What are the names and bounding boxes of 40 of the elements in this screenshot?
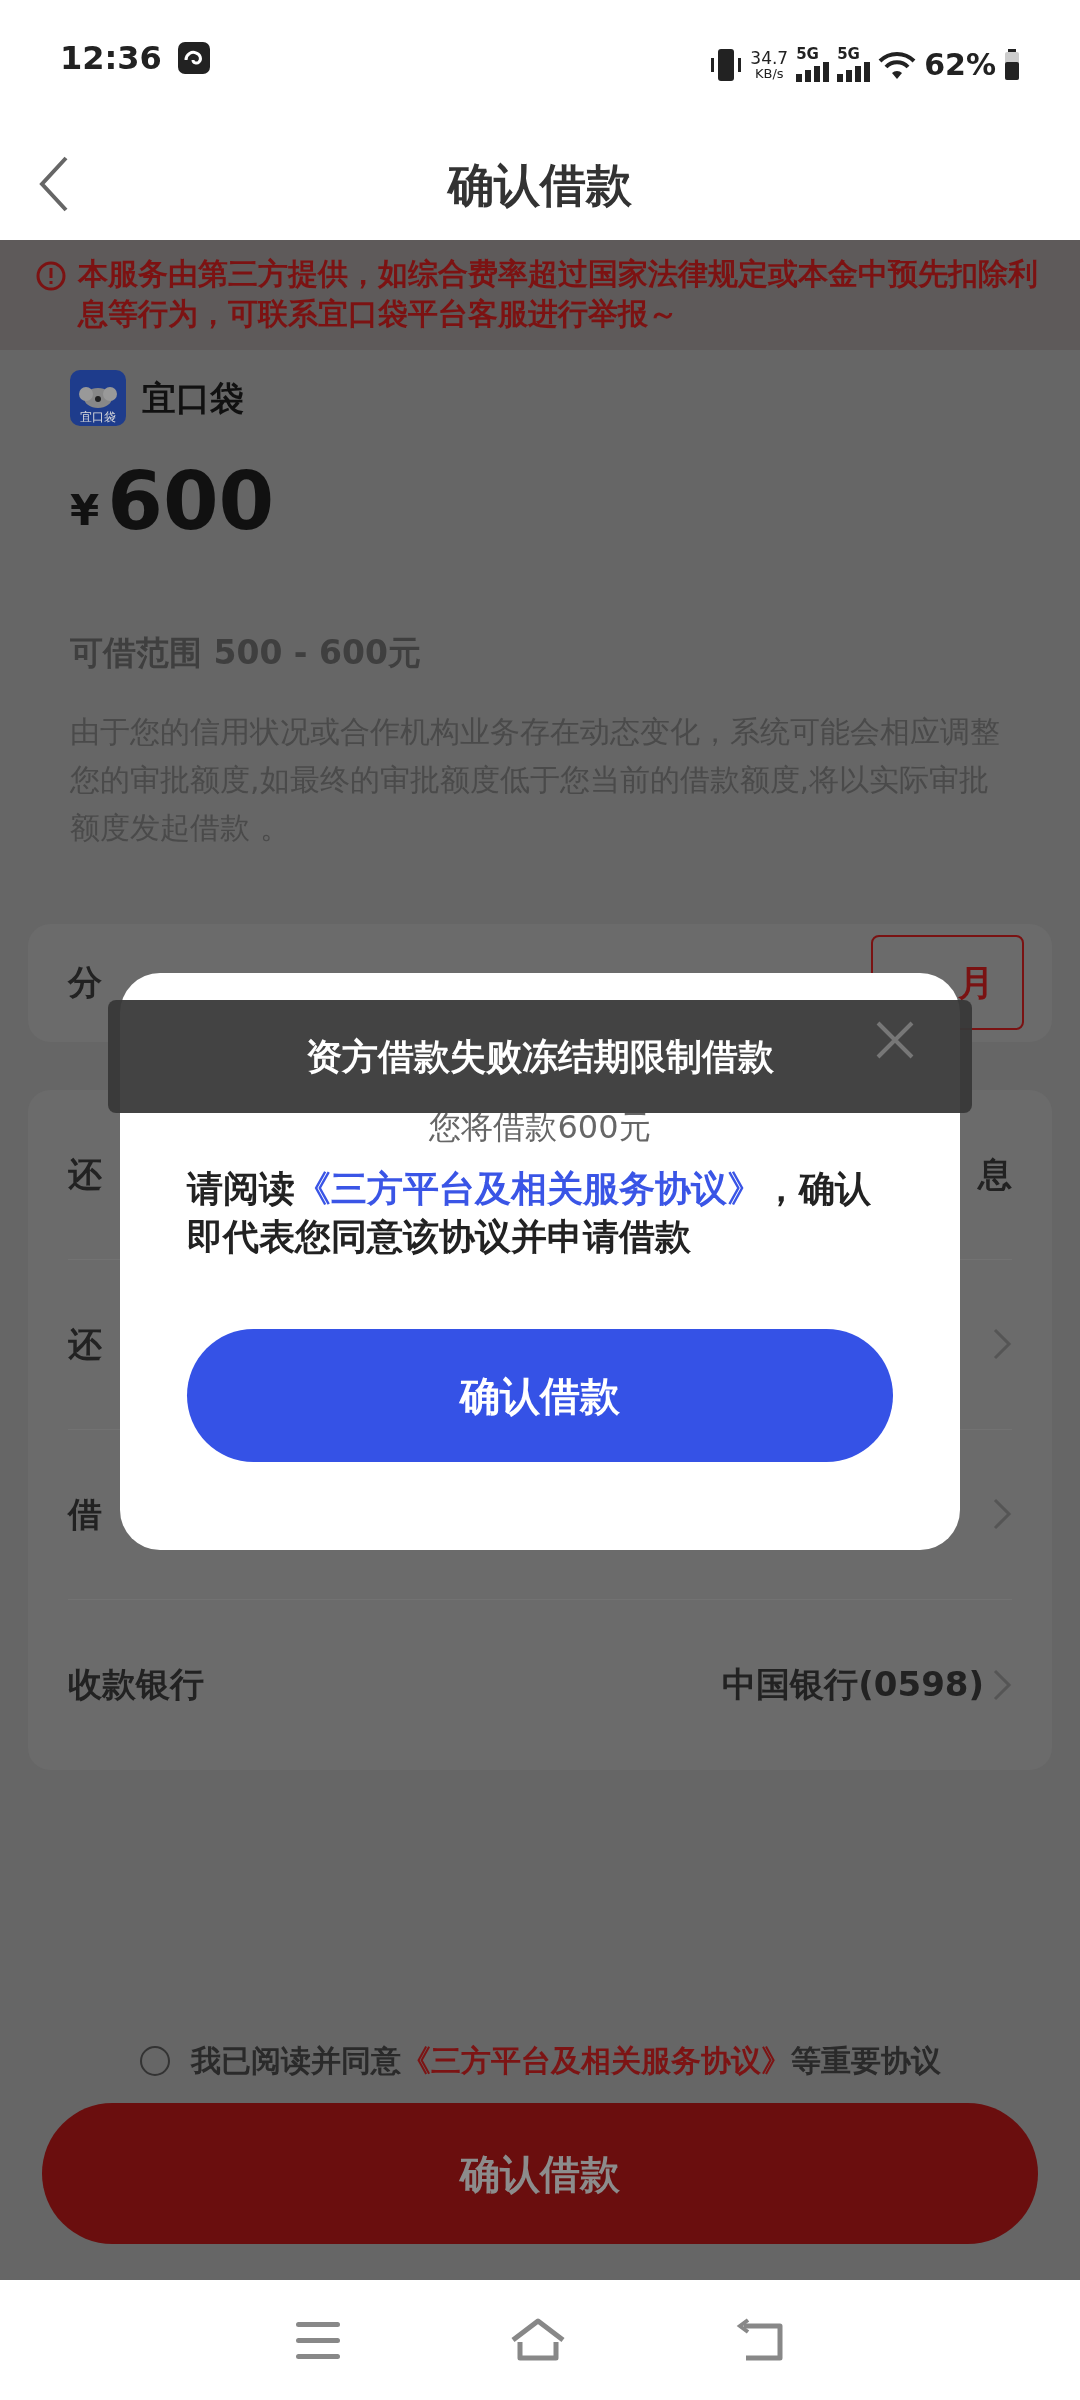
- row-label: 收款银行: [68, 1663, 204, 1706]
- clock-time: 12:36: [60, 42, 162, 74]
- signal-icon: [796, 62, 830, 82]
- agreement-link[interactable]: 《三方平台及相关服务协议》: [401, 2043, 791, 2078]
- confirm-loan-button[interactable]: 确认借款: [42, 2103, 1038, 2244]
- koala-icon: [78, 386, 118, 408]
- notice-text: 本服务由第三方提供，如综合费率超过国家法律规定或本金中预先扣除利息等行为，可联系宜口袋平台客服进行举报～: [78, 255, 1039, 333]
- row-label: 借: [68, 1492, 102, 1536]
- row-value: 息: [978, 1152, 1012, 1196]
- toast-message: 资方借款失败冻结期限制借款: [108, 1000, 972, 1113]
- warning-icon: [36, 261, 66, 291]
- signal-icon: [837, 62, 871, 82]
- page-title: 确认借款: [448, 156, 632, 214]
- menu-icon[interactable]: [296, 2320, 340, 2360]
- dialog-message: 请阅读《三方平台及相关服务协议》，确认即代表您同意该协议并申请借款: [187, 1167, 872, 1259]
- agreement-link[interactable]: 《三方平台及相关服务协议》: [295, 1168, 763, 1209]
- app-notification-icon: [177, 42, 210, 74]
- battery-icon: [1004, 48, 1020, 81]
- vibrate-icon: [710, 48, 743, 81]
- battery-percent: 62%: [924, 46, 996, 84]
- lender-name: 宜口袋: [142, 376, 244, 420]
- currency-symbol: ¥: [70, 485, 100, 537]
- network-type: 5G: [796, 47, 819, 62]
- network-speed-unit: KB/s: [754, 66, 784, 80]
- back-icon[interactable]: [736, 2318, 784, 2362]
- confirm-loan-button[interactable]: 确认借款: [187, 1329, 893, 1462]
- back-icon[interactable]: [38, 154, 70, 214]
- network-speed: 34.7: [750, 49, 789, 67]
- agreement-text: 我已阅读并同意《三方平台及相关服务协议》等重要协议: [191, 2042, 941, 2080]
- row-value: 中国银行(0598): [722, 1663, 984, 1706]
- network-type: 5G: [837, 47, 860, 62]
- logo-text: 宜口袋: [80, 411, 116, 423]
- loan-amount: 600: [107, 462, 275, 542]
- row-label: 还: [68, 1152, 102, 1196]
- loan-summary: 您将借款600元: [428, 1111, 652, 1143]
- close-icon[interactable]: [875, 1020, 915, 1060]
- agreement-checkbox[interactable]: [139, 2044, 171, 2077]
- row-label: 还: [68, 1322, 102, 1366]
- home-icon[interactable]: [510, 2318, 566, 2362]
- installment-label: 分: [68, 961, 102, 1004]
